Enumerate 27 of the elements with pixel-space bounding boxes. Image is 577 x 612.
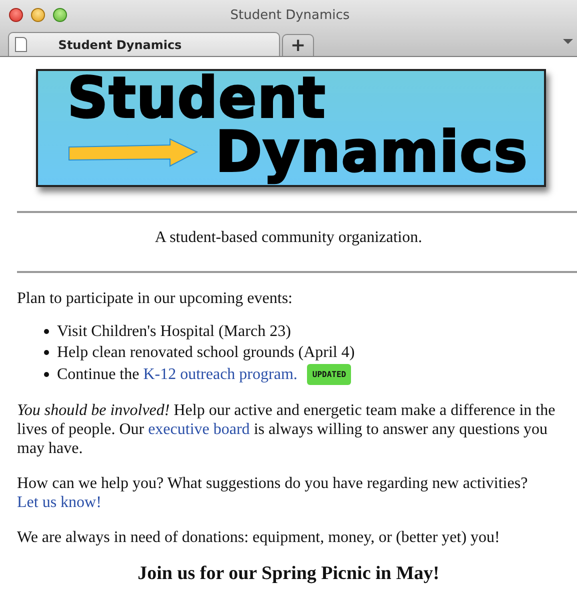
text-link[interactable]: executive board [148,421,250,438]
bullet-icon [44,329,49,334]
logo-text: Student [68,71,326,127]
paragraph: We are always in need of donations: equipment, money, or (better yet) you! [17,528,501,547]
tagline: A student-based community organization. [154,229,424,247]
paragraph: How can we help you? What suggestions do you have regarding new activities? Let us know! [17,474,529,512]
zoom-button[interactable] [53,8,67,22]
logo-text: Dynamics [216,125,528,181]
new-tab-button[interactable]: + [282,34,314,56]
arrow-icon [68,138,198,168]
event-item: Help clean renovated school grounds (April 4) [57,343,355,362]
minimize-button[interactable] [31,8,45,22]
document-icon [15,37,27,52]
paragraph: You should be involved! Help our active and energetic team make a difference in the lives of people. Our executive board is always willing to answer any questions you may have. [17,401,556,458]
close-button[interactable] [9,8,23,22]
heading: Join us for our Spring Picnic in May! [136,563,440,585]
window-title: Student Dynamics [229,8,351,22]
text-link[interactable]: Let us know! [17,494,102,511]
bullet-icon [44,350,49,355]
updated-badge: UPDATED [307,364,352,385]
event-item: Visit Children's Hospital (March 23) [57,322,291,341]
event-item: Continue the K-12 outreach program. [57,365,298,384]
bullet-icon [44,372,49,377]
caret-icon[interactable] [563,39,573,44]
intro-text: Plan to participate in our upcoming events: [17,289,294,308]
browser-tab[interactable]: Student Dynamics [8,32,280,56]
outreach-link[interactable]: K-12 outreach program. [143,366,298,383]
